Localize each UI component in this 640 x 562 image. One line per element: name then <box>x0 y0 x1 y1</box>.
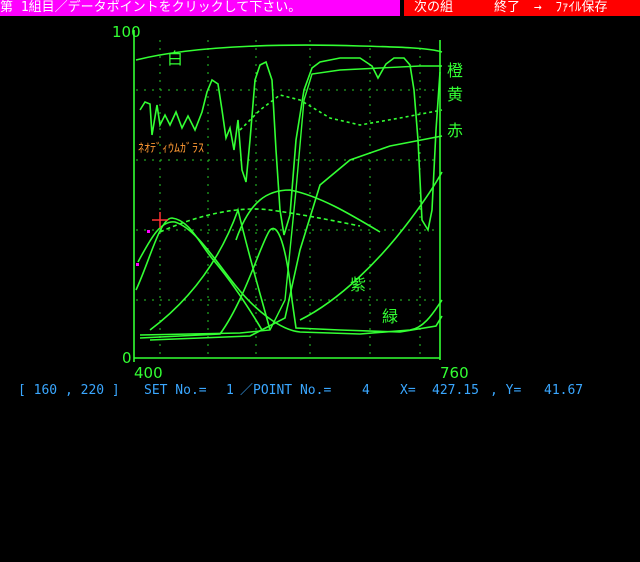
label-yellow: 黄 <box>447 85 463 104</box>
top-bar: 第 1組目／データポイントをクリックして下さい。 次の組 終了 → ﾌｧｲﾙ保存 <box>0 0 640 16</box>
label-green: 緑 <box>382 307 398 326</box>
x-label: X= <box>400 383 416 398</box>
end-save-button[interactable]: 終了 → ﾌｧｲﾙ保存 <box>486 0 640 16</box>
set-no-value: 1 <box>226 383 234 398</box>
label-orange: 橙 <box>447 61 463 80</box>
y-value: 41.67 <box>544 383 584 398</box>
arrow-icon: → <box>533 0 542 15</box>
curve-misc-4 <box>235 189 381 241</box>
point-marker-icon <box>136 263 139 266</box>
y-top-label: 100 <box>112 23 141 41</box>
label-purple: 紫 <box>350 275 366 294</box>
point-marker-icon <box>147 230 150 233</box>
next-set-button[interactable]: 次の組 <box>404 0 486 16</box>
end-label: 終了 <box>494 0 521 15</box>
point-no-label: ／POINT No.= <box>240 383 332 398</box>
status-bar: [ 160 , 220 ] SET No.= 1 ／POINT No.= 4 X… <box>0 382 640 400</box>
point-no-value: 4 <box>362 383 370 398</box>
curve-red <box>149 135 443 341</box>
save-file-label: ﾌｧｲﾙ保存 <box>555 0 608 15</box>
label-white: 白 <box>167 49 183 68</box>
y-bottom-label: 0 <box>122 349 132 367</box>
x-left-label: 400 <box>134 364 163 380</box>
x-value: 427.15 <box>432 383 479 398</box>
y-label: , Y= <box>490 383 522 398</box>
scanned-graph[interactable]: 100 0 400 760 白 橙 黄 赤 紫 緑 ﾈｵﾃﾞｨｳﾑｶﾞﾗｽ <box>0 16 640 382</box>
cursor-coordinates: [ 160 , 220 ] <box>18 383 120 398</box>
label-red: 赤 <box>447 121 463 140</box>
digitizer-canvas[interactable]: 100 0 400 760 白 橙 黄 赤 紫 緑 ﾈｵﾃﾞｨｳﾑｶﾞﾗｽ <box>0 16 640 382</box>
set-no-label: SET No.= <box>144 383 207 398</box>
curve-yellow <box>239 94 443 131</box>
crosshair-marker-icon <box>152 212 168 228</box>
instruction-text: 第 1組目／データポイントをクリックして下さい。 <box>0 0 400 16</box>
label-neodymium-glass: ﾈｵﾃﾞｨｳﾑｶﾞﾗｽ <box>138 141 204 155</box>
x-right-label: 760 <box>440 364 469 380</box>
